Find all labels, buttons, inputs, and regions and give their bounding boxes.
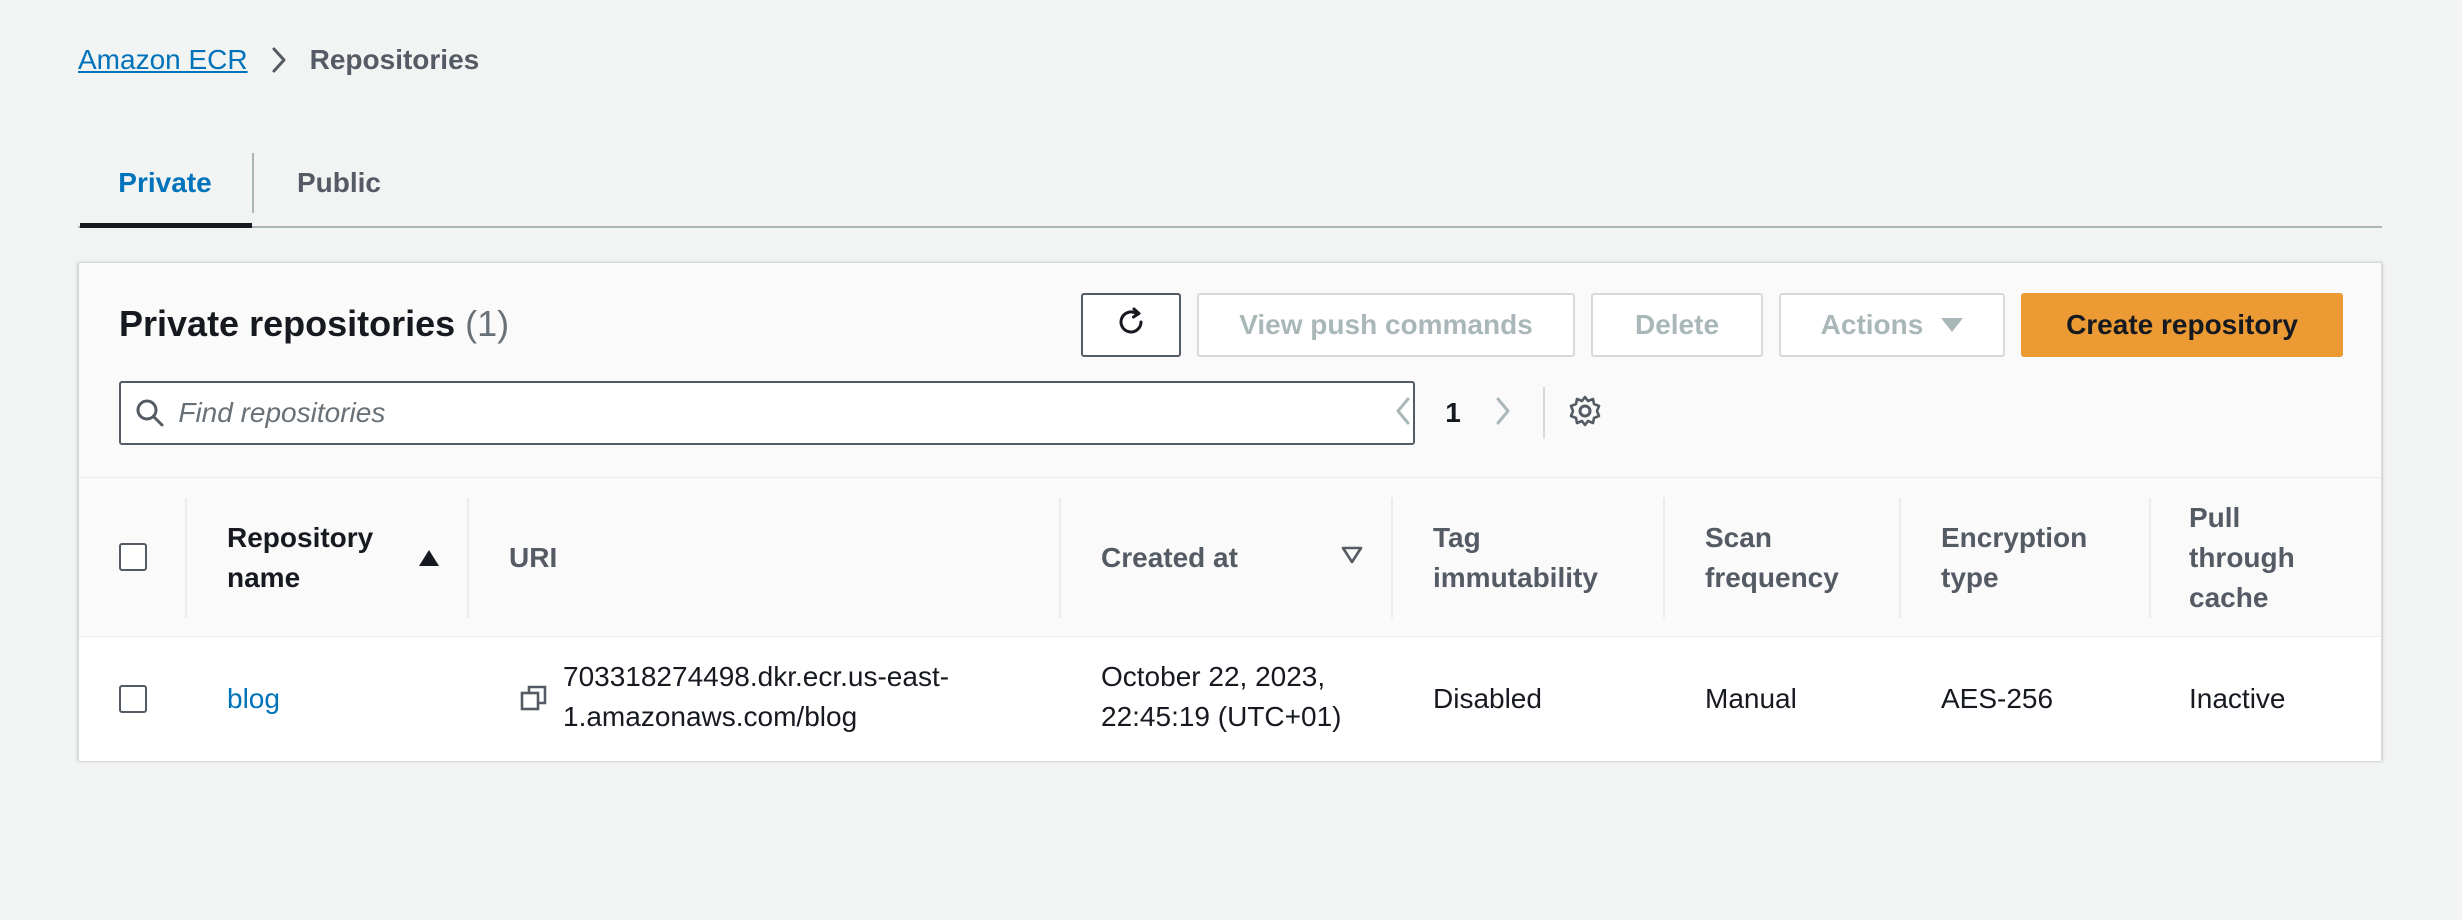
search-icon xyxy=(121,398,178,428)
encryption-type-value: AES-256 xyxy=(1941,683,2054,714)
pager-divider xyxy=(1543,387,1545,439)
header-repository-name-line1: Repository xyxy=(227,522,374,553)
repository-uri-line2: 1.amazonaws.com/blog xyxy=(563,701,858,732)
tab-private[interactable]: Private xyxy=(78,140,252,228)
search-input[interactable] xyxy=(178,397,1413,429)
header-tag-immutability: Tag immutability xyxy=(1433,518,1598,598)
header-created-at[interactable]: Created at xyxy=(1101,538,1238,578)
header-uri: URI xyxy=(509,542,558,573)
search-box xyxy=(119,381,1415,445)
private-repositories-panel: Private repositories (1) View push comma… xyxy=(78,262,2382,761)
pull-through-cache-value: Inactive xyxy=(2189,683,2286,714)
created-at-line2: 22:45:19 (UTC+01) xyxy=(1101,701,1342,732)
view-push-commands-button[interactable]: View push commands xyxy=(1197,293,1575,357)
created-at-line1: October 22, 2023, xyxy=(1101,661,1326,692)
actions-label: Actions xyxy=(1820,309,1924,340)
delete-button[interactable]: Delete xyxy=(1591,293,1763,357)
column-divider xyxy=(467,498,469,618)
header-tag-line2: immutability xyxy=(1433,562,1598,593)
select-all-checkbox[interactable] xyxy=(119,543,147,571)
row-select-checkbox[interactable] xyxy=(119,685,147,713)
header-tag-line1: Tag xyxy=(1433,522,1481,553)
header-pull-line2: through xyxy=(2189,542,2295,573)
header-pull-through-cache: Pull through cache xyxy=(2189,498,2295,618)
header-repository-name[interactable]: Repository name xyxy=(227,518,373,598)
panel-title: Private repositories (1) xyxy=(119,303,509,345)
repository-uri-line1: 703318274498.dkr.ecr.us-east- xyxy=(563,661,950,692)
repository-name-link[interactable]: blog xyxy=(227,679,280,719)
repository-tabs: Private Public xyxy=(78,140,2382,228)
tab-public[interactable]: Public xyxy=(254,140,424,226)
tag-immutability-value: Disabled xyxy=(1433,683,1542,714)
header-pull-line1: Pull xyxy=(2189,502,2241,533)
column-divider xyxy=(1899,498,1901,618)
column-divider xyxy=(1059,498,1061,618)
header-encryption-line2: type xyxy=(1941,562,1999,593)
breadcrumb-amazon-ecr-link[interactable]: Amazon ECR xyxy=(78,44,248,76)
column-divider xyxy=(2149,498,2151,618)
repositories-table: Repository name URI Created at Tag immut… xyxy=(79,477,2381,761)
header-scan-frequency: Scan frequency xyxy=(1705,518,1839,598)
column-divider xyxy=(1663,498,1665,618)
header-pull-line3: cache xyxy=(2189,582,2269,613)
refresh-button[interactable] xyxy=(1081,293,1181,357)
sort-ascending-icon[interactable] xyxy=(419,550,439,566)
pagination: 1 xyxy=(1377,387,1611,439)
header-scan-line1: Scan xyxy=(1705,522,1772,553)
table-header: Repository name URI Created at Tag immut… xyxy=(79,477,2381,637)
table-row: blog 703318274498.dkr.ecr.us-east- 1.ama… xyxy=(79,637,2381,761)
header-scan-line2: frequency xyxy=(1705,562,1839,593)
previous-page-button[interactable] xyxy=(1377,387,1429,439)
preferences-button[interactable] xyxy=(1559,387,1611,439)
chevron-right-icon xyxy=(248,42,310,78)
repository-uri: 703318274498.dkr.ecr.us-east- 1.amazonaw… xyxy=(563,657,949,737)
actions-dropdown-button[interactable]: Actions xyxy=(1779,293,2005,357)
breadcrumb-current: Repositories xyxy=(309,44,480,75)
header-repository-name-line2: name xyxy=(227,562,301,593)
panel-title-text: Private repositories xyxy=(119,303,456,344)
gear-icon xyxy=(1568,394,1602,433)
header-encryption-type: Encryption type xyxy=(1941,518,2087,598)
created-at-value: October 22, 2023, 22:45:19 (UTC+01) xyxy=(1101,657,1341,737)
column-divider xyxy=(185,498,187,618)
next-page-button[interactable] xyxy=(1477,387,1529,439)
column-divider xyxy=(1391,498,1393,618)
create-repository-button[interactable]: Create repository xyxy=(2021,293,2343,357)
copy-icon[interactable] xyxy=(519,683,549,718)
current-page-number[interactable]: 1 xyxy=(1429,397,1477,429)
repository-count: (1) xyxy=(465,303,510,344)
header-encryption-line1: Encryption xyxy=(1941,522,2088,553)
refresh-icon xyxy=(1114,305,1148,346)
chevron-right-icon xyxy=(1495,396,1511,431)
chevron-left-icon xyxy=(1395,396,1411,431)
breadcrumb: Amazon ECR Repositories xyxy=(78,42,479,78)
sort-descending-icon[interactable] xyxy=(1341,546,1363,569)
scan-frequency-value: Manual xyxy=(1705,683,1797,714)
caret-down-icon xyxy=(1941,318,1964,332)
